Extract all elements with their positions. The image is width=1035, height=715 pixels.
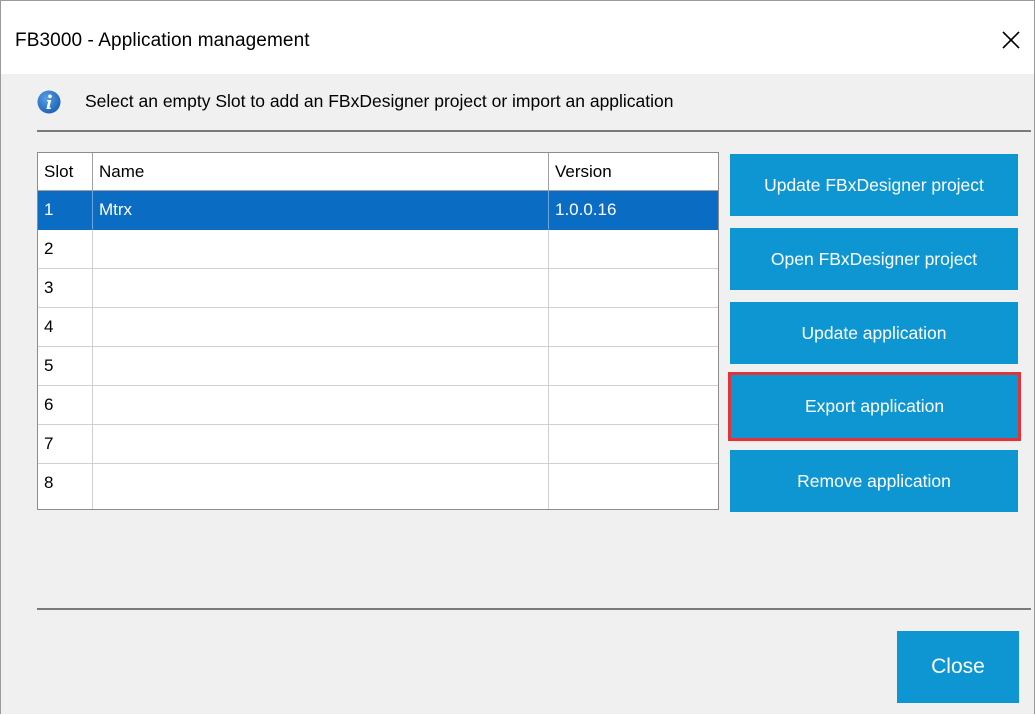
- version-cell: [549, 308, 718, 347]
- version-cell: [549, 230, 718, 269]
- update-project-button[interactable]: Update FBxDesigner project: [730, 154, 1018, 216]
- table-row[interactable]: 4: [38, 308, 718, 347]
- window-title: FB3000 - Application management: [15, 30, 310, 51]
- application-management-dialog: FB3000 - Application management Select a…: [0, 0, 1035, 714]
- column-header-name[interactable]: Name: [93, 153, 549, 191]
- info-banner: Select an empty Slot to add an FBxDesign…: [37, 87, 937, 117]
- name-cell: Mtrx: [93, 191, 549, 230]
- info-icon: [37, 90, 61, 114]
- divider-top: [37, 130, 1031, 132]
- name-cell: [93, 269, 549, 308]
- version-cell: [549, 425, 718, 464]
- name-cell: [93, 425, 549, 464]
- slot-cell: 2: [38, 230, 93, 269]
- table-row[interactable]: 7: [38, 425, 718, 464]
- open-project-button[interactable]: Open FBxDesigner project: [730, 228, 1018, 290]
- version-cell: 1.0.0.16: [549, 191, 718, 230]
- column-header-version[interactable]: Version: [549, 153, 718, 191]
- table-row[interactable]: 2: [38, 230, 718, 269]
- applications-table[interactable]: Slot Name Version 1 Mtrx 1.0.0.16 2 3 4 …: [37, 152, 719, 510]
- slot-cell: 7: [38, 425, 93, 464]
- close-button[interactable]: Close: [897, 631, 1019, 703]
- update-application-button[interactable]: Update application: [730, 302, 1018, 364]
- version-cell: [549, 347, 718, 386]
- name-cell: [93, 230, 549, 269]
- slot-cell: 6: [38, 386, 93, 425]
- table-row[interactable]: 6: [38, 386, 718, 425]
- version-cell: [549, 269, 718, 308]
- table-row[interactable]: 3: [38, 269, 718, 308]
- column-header-slot[interactable]: Slot: [38, 153, 93, 191]
- table-header: Slot Name Version: [38, 153, 718, 191]
- name-cell: [93, 386, 549, 425]
- info-text: Select an empty Slot to add an FBxDesign…: [85, 91, 674, 111]
- version-cell: [549, 464, 718, 509]
- divider-bottom: [37, 608, 1031, 610]
- export-application-button[interactable]: Export application: [728, 372, 1021, 441]
- slot-cell: 8: [38, 464, 93, 509]
- remove-application-button[interactable]: Remove application: [730, 450, 1018, 512]
- slot-cell: 4: [38, 308, 93, 347]
- slot-cell: 3: [38, 269, 93, 308]
- version-cell: [549, 386, 718, 425]
- table-row[interactable]: 1 Mtrx 1.0.0.16: [38, 191, 718, 230]
- table-row[interactable]: 5: [38, 347, 718, 386]
- table-row[interactable]: 8: [38, 464, 718, 509]
- title-bar: FB3000 - Application management: [1, 1, 1034, 74]
- name-cell: [93, 308, 549, 347]
- name-cell: [93, 347, 549, 386]
- name-cell: [93, 464, 549, 509]
- slot-cell: 1: [38, 191, 93, 230]
- close-icon[interactable]: [994, 23, 1028, 57]
- slot-cell: 5: [38, 347, 93, 386]
